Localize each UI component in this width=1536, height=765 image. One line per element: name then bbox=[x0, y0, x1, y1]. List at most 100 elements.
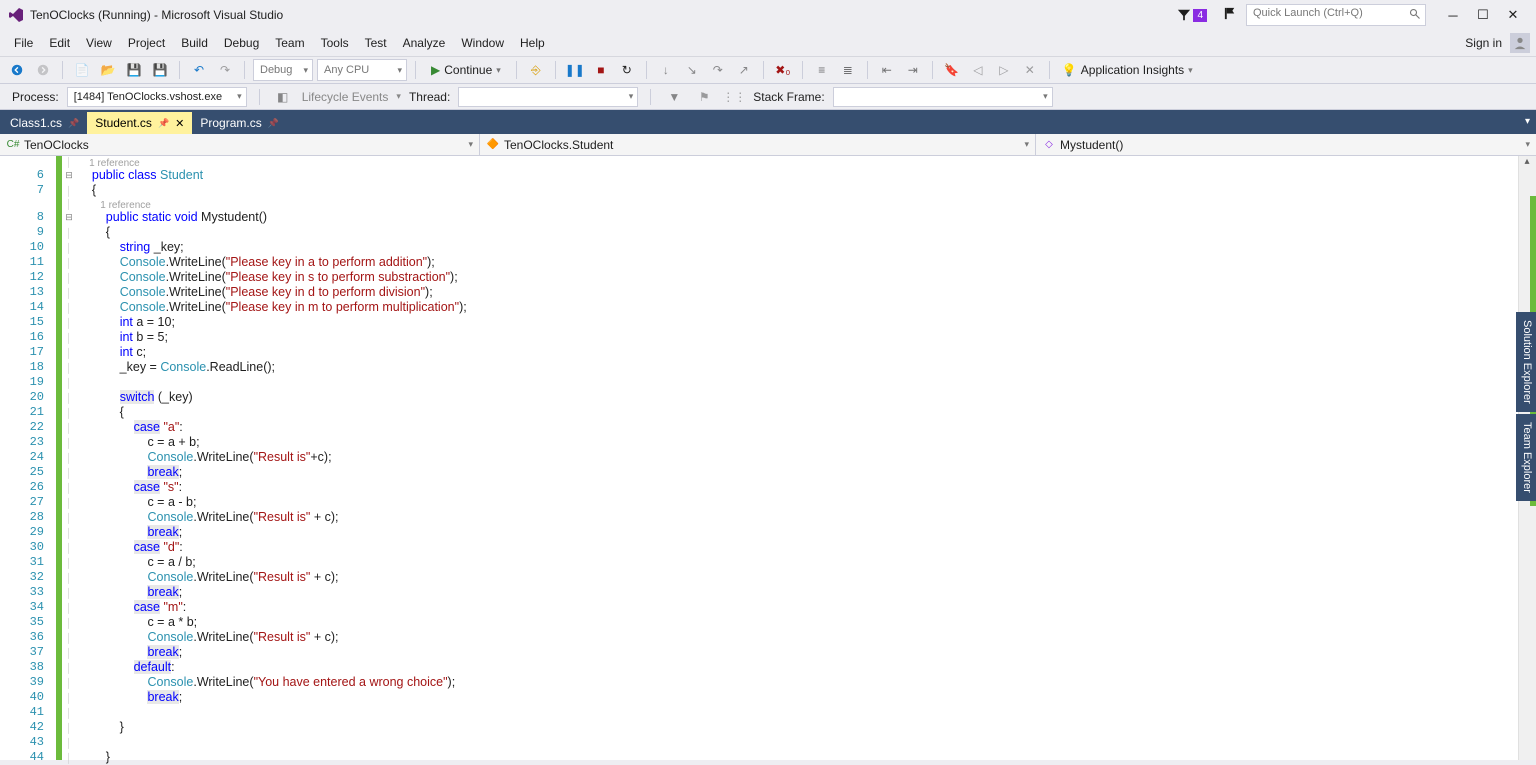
funnel-badge: 4 bbox=[1193, 9, 1207, 22]
lifecycle-label[interactable]: Lifecycle Events bbox=[302, 90, 389, 104]
tab-label: Class1.cs bbox=[10, 116, 62, 130]
code-surface[interactable]: 1 reference public class Student { 1 ref… bbox=[76, 156, 1518, 760]
tab-label: Student.cs bbox=[95, 116, 152, 130]
thread-filter-icon[interactable]: ▼ bbox=[663, 86, 685, 108]
tab-label: Program.cs bbox=[200, 116, 261, 130]
indent-button[interactable]: ⇥ bbox=[902, 59, 924, 81]
notifications-funnel[interactable]: 4 bbox=[1177, 8, 1207, 22]
main-toolbar: 📄 📂 💾 💾 ↶ ↷ Debug Any CPU ▶ Continue ▾ ⎆… bbox=[0, 56, 1536, 84]
prev-bookmark-button[interactable]: ◁ bbox=[967, 59, 989, 81]
project-nav-label: TenOClocks bbox=[24, 138, 89, 152]
save-all-button[interactable]: 💾 bbox=[149, 59, 171, 81]
tab-student-cs[interactable]: Student.cs 📌 ✕ bbox=[87, 112, 192, 134]
show-next-button[interactable]: ↓ bbox=[655, 59, 677, 81]
type-nav-label: TenOClocks.Student bbox=[504, 138, 613, 152]
config-combo[interactable]: Debug bbox=[253, 59, 313, 81]
stackframe-combo[interactable] bbox=[833, 87, 1053, 107]
project-nav-combo[interactable]: C# TenOClocks bbox=[0, 134, 480, 155]
tabs-overflow-icon[interactable]: ▾ bbox=[1525, 116, 1530, 127]
menu-file[interactable]: File bbox=[6, 32, 41, 54]
feedback-icon[interactable] bbox=[1223, 6, 1238, 24]
continue-button[interactable]: ▶ Continue ▾ bbox=[424, 59, 508, 81]
tab-program-cs[interactable]: Program.cs 📌 bbox=[192, 112, 287, 134]
thread-combo[interactable] bbox=[458, 87, 638, 107]
step-out-button[interactable]: ↗ bbox=[733, 59, 755, 81]
pin-icon[interactable]: 📌 bbox=[158, 118, 169, 129]
redo-button[interactable]: ↷ bbox=[214, 59, 236, 81]
type-nav-combo[interactable]: 🔶 TenOClocks.Student bbox=[480, 134, 1036, 155]
step-into-button[interactable]: ↘ bbox=[681, 59, 703, 81]
lifecycle-icon[interactable]: ◧ bbox=[272, 86, 294, 108]
quick-launch-input[interactable]: Quick Launch (Ctrl+Q) bbox=[1246, 4, 1426, 26]
restart-button[interactable]: ↻ bbox=[616, 59, 638, 81]
csharp-project-icon: C# bbox=[6, 138, 20, 152]
bookmark-button[interactable]: 🔖 bbox=[941, 59, 963, 81]
nav-bar: C# TenOClocks 🔶 TenOClocks.Student ◇ Mys… bbox=[0, 134, 1536, 156]
next-bookmark-button[interactable]: ▷ bbox=[993, 59, 1015, 81]
user-avatar-icon[interactable] bbox=[1510, 33, 1530, 53]
undo-button[interactable]: ↶ bbox=[188, 59, 210, 81]
uncomment-button[interactable]: ≣ bbox=[837, 59, 859, 81]
class-icon: 🔶 bbox=[486, 138, 500, 152]
continue-label: Continue bbox=[444, 63, 492, 77]
minimize-button[interactable]: ─ bbox=[1438, 3, 1468, 27]
team-explorer-tab[interactable]: Team Explorer bbox=[1516, 414, 1536, 501]
solution-explorer-tab[interactable]: Solution Explorer bbox=[1516, 312, 1536, 412]
quick-launch-placeholder: Quick Launch (Ctrl+Q) bbox=[1253, 7, 1363, 19]
pause-button[interactable]: ❚❚ bbox=[564, 59, 586, 81]
stackframe-label: Stack Frame: bbox=[753, 90, 824, 104]
maximize-button[interactable]: ☐ bbox=[1468, 3, 1498, 27]
window-title: TenOClocks (Running) - Microsoft Visual … bbox=[30, 8, 283, 22]
menu-help[interactable]: Help bbox=[512, 32, 553, 54]
title-bar: TenOClocks (Running) - Microsoft Visual … bbox=[0, 0, 1536, 30]
pin-icon[interactable]: 📌 bbox=[68, 118, 79, 129]
comment-button[interactable]: ≡ bbox=[811, 59, 833, 81]
outdent-button[interactable]: ⇤ bbox=[876, 59, 898, 81]
vs-logo-icon bbox=[8, 7, 24, 23]
method-icon: ◇ bbox=[1042, 138, 1056, 152]
menu-project[interactable]: Project bbox=[120, 32, 173, 54]
menu-view[interactable]: View bbox=[78, 32, 120, 54]
fold-column[interactable]: │⊟││⊟│││││││││││││││││││││││││││││││││││… bbox=[62, 156, 76, 760]
new-item-button[interactable]: 📄 bbox=[71, 59, 93, 81]
close-button[interactable]: ✕ bbox=[1498, 3, 1528, 27]
code-editor[interactable]: ✥ 67891011121314151617181920212223242526… bbox=[0, 156, 1536, 760]
sign-in-link[interactable]: Sign in bbox=[1465, 36, 1502, 50]
menu-team[interactable]: Team bbox=[267, 32, 312, 54]
menu-window[interactable]: Window bbox=[453, 32, 512, 54]
scroll-up-icon[interactable]: ▴ bbox=[1520, 156, 1534, 167]
menu-edit[interactable]: Edit bbox=[41, 32, 78, 54]
tab-class1-cs[interactable]: Class1.cs 📌 bbox=[2, 112, 87, 134]
thread-list-icon[interactable]: ⋮⋮ bbox=[723, 86, 745, 108]
stop-button[interactable]: ■ bbox=[590, 59, 612, 81]
pin-icon[interactable]: 📌 bbox=[268, 118, 279, 129]
menu-bar: FileEditViewProjectBuildDebugTeamToolsTe… bbox=[0, 30, 1536, 56]
play-icon: ▶ bbox=[431, 63, 440, 77]
app-insights-button[interactable]: 💡 Application Insights ▾ bbox=[1058, 63, 1197, 77]
open-button[interactable]: 📂 bbox=[97, 59, 119, 81]
step-over-button[interactable]: ↷ bbox=[707, 59, 729, 81]
menu-build[interactable]: Build bbox=[173, 32, 216, 54]
thread-flag-icon[interactable]: ⚑ bbox=[693, 86, 715, 108]
process-combo[interactable]: [1484] TenOClocks.vshost.exe bbox=[67, 87, 247, 107]
step-button[interactable]: ⎆ bbox=[525, 59, 547, 81]
nav-fwd-button[interactable] bbox=[32, 59, 54, 81]
menu-debug[interactable]: Debug bbox=[216, 32, 267, 54]
app-insights-label: Application Insights bbox=[1081, 63, 1184, 77]
funnel-icon bbox=[1177, 8, 1191, 22]
member-nav-label: Mystudent() bbox=[1060, 138, 1123, 152]
close-tab-icon[interactable]: ✕ bbox=[175, 117, 184, 130]
menu-test[interactable]: Test bbox=[357, 32, 395, 54]
nav-back-button[interactable] bbox=[6, 59, 28, 81]
save-button[interactable]: 💾 bbox=[123, 59, 145, 81]
document-tabs: Class1.cs 📌 Student.cs 📌 ✕ Program.cs 📌 ▾ bbox=[0, 110, 1536, 134]
clear-bookmark-button[interactable]: ✕ bbox=[1019, 59, 1041, 81]
platform-combo[interactable]: Any CPU bbox=[317, 59, 407, 81]
intellitrace-button[interactable]: ✖₀ bbox=[772, 59, 794, 81]
process-label: Process: bbox=[12, 90, 59, 104]
thread-label: Thread: bbox=[409, 90, 450, 104]
member-nav-combo[interactable]: ◇ Mystudent() bbox=[1036, 134, 1536, 155]
change-indicator bbox=[56, 156, 62, 760]
menu-tools[interactable]: Tools bbox=[313, 32, 357, 54]
menu-analyze[interactable]: Analyze bbox=[395, 32, 454, 54]
